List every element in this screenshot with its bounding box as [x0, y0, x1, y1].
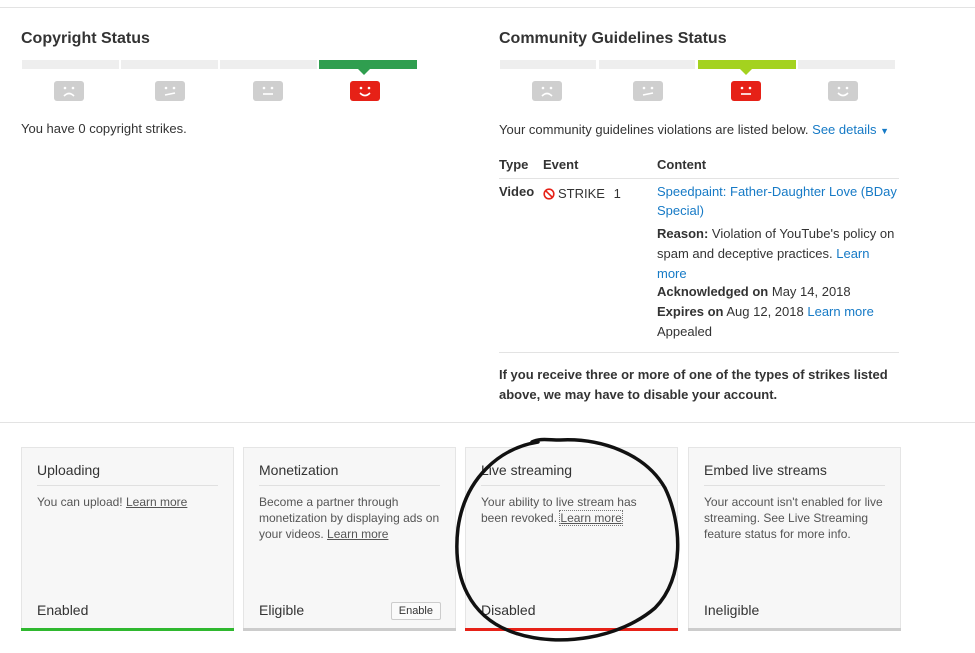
video-title-link[interactable]: Speedpaint: Father-Daughter Love (BDay S… — [657, 184, 897, 218]
strike-warning-line: If you receive three or more of one of t… — [499, 367, 888, 382]
card-title: Uploading — [37, 462, 101, 478]
top-divider — [0, 7, 975, 8]
expires-learn-more-link[interactable]: Learn more — [807, 304, 873, 319]
happy-face-icon — [350, 81, 380, 101]
community-meter-segment — [599, 60, 695, 69]
reason-text: spam and deceptive practices. — [657, 246, 833, 261]
expires-row: Expires on Aug 12, 2018 Learn more — [657, 304, 874, 319]
card-title: Monetization — [259, 462, 339, 478]
row-event-count: 1 — [613, 186, 621, 201]
row-type: Video — [499, 184, 535, 199]
card-status-bar — [21, 628, 234, 631]
community-meter-segment — [500, 60, 596, 69]
community-meter-pointer — [740, 69, 752, 75]
happy-face-icon — [828, 81, 858, 101]
community-summary: Your community guidelines violations are… — [499, 122, 889, 137]
expires-date: Aug 12, 2018 — [726, 304, 804, 319]
copyright-meter-segment — [220, 60, 317, 69]
card-title: Embed live streams — [704, 462, 827, 478]
card-divider — [704, 485, 885, 486]
strike-reason: Reason: Violation of YouTube's policy on… — [657, 224, 902, 284]
row-event-label: STRIKE — [558, 186, 605, 201]
card-status: Eligible — [259, 602, 305, 618]
sad-face-icon — [532, 81, 562, 101]
feature-card-uploading: Uploading You can upload! Learn more Ena… — [21, 447, 234, 631]
meh-face-icon — [155, 81, 185, 101]
reason-label: Reason: — [657, 226, 709, 241]
copyright-status-title: Copyright Status — [21, 30, 150, 47]
reason-text: Violation of YouTube's policy on — [711, 226, 895, 241]
caret-down-icon: ▼ — [880, 126, 890, 136]
card-divider — [37, 485, 218, 486]
card-body: Your account isn't enabled for live stre… — [704, 494, 886, 542]
card-status-bar — [243, 628, 456, 631]
enable-button[interactable]: Enable — [390, 602, 441, 620]
video-title-line: Speedpaint: Father-Daughter Love (BDay — [657, 184, 897, 199]
card-body-text: monetization by displaying ads on — [259, 511, 440, 525]
learn-more-link[interactable]: Learn more — [126, 495, 187, 509]
sad-face-icon — [54, 81, 84, 101]
strike-warning-line: above, we may have to disable your accou… — [499, 387, 778, 402]
card-body-text: your videos. — [259, 527, 324, 541]
card-body-text: feature status for more info. — [704, 527, 851, 541]
feature-card-monetization: Monetization Become a partner through mo… — [243, 447, 456, 631]
acknowledged-date: May 14, 2018 — [771, 284, 851, 299]
table-header-type: Type — [499, 157, 529, 172]
meh-face-icon — [633, 81, 663, 101]
section-divider — [0, 422, 975, 423]
community-status-title: Community Guidelines Status — [499, 30, 727, 47]
card-body-text: Your account isn't enabled for live — [704, 495, 883, 509]
acknowledged-label: Acknowledged on — [657, 284, 769, 299]
see-details-label: See details — [812, 122, 877, 137]
copyright-meter-segment — [121, 60, 218, 69]
card-status-bar — [688, 628, 901, 631]
community-meter-segment-active — [698, 60, 796, 69]
hand-drawn-circle-annotation — [455, 437, 680, 642]
card-status: Ineligible — [704, 602, 760, 618]
card-body-text: streaming. See Live Streaming — [704, 511, 869, 525]
copyright-summary: You have 0 copyright strikes. — [21, 121, 187, 136]
card-body-text: Become a partner through — [259, 495, 399, 509]
community-summary-text: Your community guidelines violations are… — [499, 122, 809, 137]
feature-card-embed-live-streams: Embed live streams Your account isn't en… — [688, 447, 901, 631]
table-header-divider — [499, 178, 899, 179]
strike-warning: If you receive three or more of one of t… — [499, 365, 888, 405]
prohibited-icon — [543, 188, 555, 203]
reason-learn-more-link[interactable]: Learn — [836, 246, 869, 261]
table-header-event: Event — [543, 157, 579, 172]
community-meter-segment — [798, 60, 895, 69]
card-body: You can upload! Learn more — [37, 494, 219, 510]
row-event: STRIKE 1 — [543, 186, 621, 203]
neutral-face-icon — [253, 81, 283, 101]
copyright-meter-segment — [22, 60, 119, 69]
acknowledged-row: Acknowledged on May 14, 2018 — [657, 284, 851, 299]
video-title-line: Special) — [657, 203, 704, 218]
table-bottom-divider — [499, 352, 899, 353]
table-header-content: Content — [657, 157, 707, 172]
learn-more-link[interactable]: Learn more — [327, 527, 388, 541]
neutral-face-icon — [731, 81, 761, 101]
copyright-meter-pointer — [358, 69, 370, 75]
see-details-link[interactable]: See details ▼ — [812, 122, 889, 137]
card-divider — [259, 485, 440, 486]
expires-label: Expires on — [657, 304, 724, 319]
copyright-meter-segment-active — [319, 60, 417, 69]
card-body: Become a partner through monetization by… — [259, 494, 441, 542]
card-status: Enabled — [37, 602, 89, 618]
appealed-status: Appealed — [657, 324, 712, 339]
reason-learn-more-link-cont[interactable]: more — [657, 266, 687, 281]
card-body-text: You can upload! — [37, 495, 123, 509]
